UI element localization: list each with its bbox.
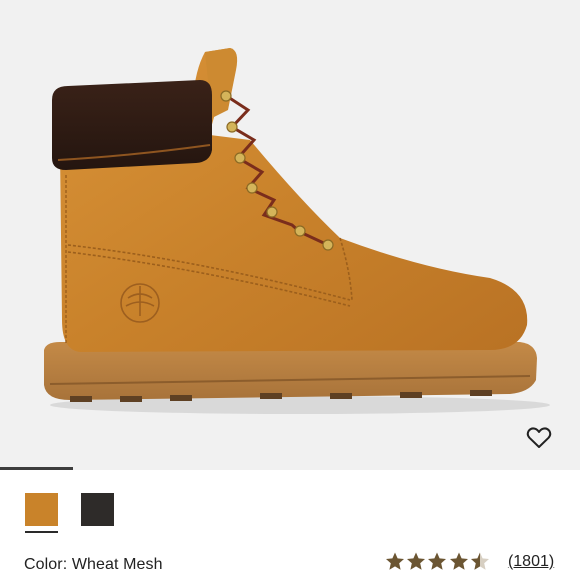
gallery-progress-indicator (0, 467, 73, 470)
rating-summary: (1801) (385, 552, 554, 571)
star-icon (407, 552, 426, 570)
star-icon (449, 552, 468, 570)
product-image-boot (44, 48, 550, 414)
color-value: Wheat Mesh (71, 556, 163, 573)
selected-color-line: Color: Wheat Mesh (24, 556, 163, 574)
star-rating (385, 552, 491, 571)
wishlist-heart-icon[interactable] (526, 426, 558, 456)
star-icon (386, 552, 404, 570)
color-label: Color: (24, 556, 68, 573)
review-count-link[interactable]: (1801) (508, 553, 554, 571)
star-icon (428, 552, 447, 570)
color-swatch-wheat[interactable] (25, 493, 58, 533)
color-swatch-black[interactable] (81, 493, 114, 526)
star-half-icon (470, 552, 489, 570)
product-image-area[interactable] (0, 0, 580, 470)
